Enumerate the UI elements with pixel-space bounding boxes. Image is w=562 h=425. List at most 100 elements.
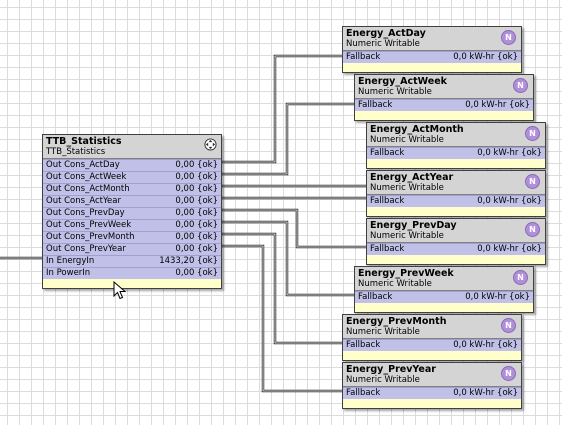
numeric-writable-icon: N	[525, 174, 540, 189]
slot-value: 0,0 kW-hr {ok}	[477, 196, 542, 206]
block-title: Energy_ActMonth	[370, 124, 464, 135]
energy-block-actday[interactable]: Energy_ActDay Numeric Writable N Fallbac…	[342, 26, 522, 73]
block-footer	[367, 255, 545, 264]
slot-label: Fallback	[370, 244, 405, 254]
slot-value: 0,0 kW-hr {ok}	[477, 148, 542, 158]
block-footer	[367, 207, 545, 216]
slot-value: 0,00 {ok}	[175, 208, 218, 218]
slot-label: Out Cons_PrevYear	[46, 244, 126, 254]
block-footer	[343, 351, 521, 360]
block-type: Numeric Writable	[370, 231, 444, 241]
slot-value: 0,00 {ok}	[175, 232, 218, 242]
numeric-writable-icon: N	[501, 318, 516, 333]
block-footer	[343, 399, 521, 408]
block-title: Energy_PrevYear	[346, 364, 436, 375]
slot-row[interactable]: Out Cons_PrevMonth 0,00 {ok}	[43, 231, 221, 243]
move-icon[interactable]	[204, 138, 217, 151]
block-header: Energy_PrevYear Numeric Writable N	[343, 363, 521, 387]
slot-row[interactable]: Out Cons_ActDay 0,00 {ok}	[43, 159, 221, 171]
numeric-writable-icon: N	[501, 30, 516, 45]
block-header: Energy_ActWeek Numeric Writable N	[355, 75, 533, 99]
block-footer	[367, 159, 545, 168]
slot-value: 0,0 kW-hr {ok}	[465, 292, 530, 302]
ttb-statistics-block[interactable]: TTB_Statistics TTB_Statistics Out Cons_A…	[42, 134, 222, 289]
fallback-slot[interactable]: Fallback 0,0 kW-hr {ok}	[367, 243, 545, 255]
wire-actday	[221, 54, 343, 164]
slot-value: 0,0 kW-hr {ok}	[465, 100, 530, 110]
wire-actweek	[221, 102, 355, 176]
block-title: Energy_ActWeek	[358, 76, 447, 87]
energy-block-prevweek[interactable]: Energy_PrevWeek Numeric Writable N Fallb…	[354, 266, 534, 313]
slot-row[interactable]: Out Cons_PrevYear 0,00 {ok}	[43, 243, 221, 255]
block-header: Energy_PrevMonth Numeric Writable N	[343, 315, 521, 339]
slot-value: 1433,20 {ok}	[159, 256, 218, 266]
block-header: Energy_ActMonth Numeric Writable N	[367, 123, 545, 147]
block-type: Numeric Writable	[370, 135, 444, 145]
slot-label: Fallback	[346, 340, 381, 350]
fallback-slot[interactable]: Fallback 0,0 kW-hr {ok}	[355, 99, 533, 111]
block-type: Numeric Writable	[358, 87, 432, 97]
slot-label: Fallback	[346, 52, 381, 62]
slot-label: Fallback	[358, 100, 393, 110]
block-title: Energy_ActYear	[370, 172, 454, 183]
block-header: TTB_Statistics TTB_Statistics	[43, 135, 221, 159]
slot-row[interactable]: Out Cons_PrevDay 0,00 {ok}	[43, 207, 221, 219]
energy-block-actmonth[interactable]: Energy_ActMonth Numeric Writable N Fallb…	[366, 122, 546, 169]
block-header: Energy_PrevWeek Numeric Writable N	[355, 267, 533, 291]
slot-value: 0,00 {ok}	[175, 244, 218, 254]
block-type: Numeric Writable	[346, 375, 420, 385]
slot-value: 0,00 {ok}	[175, 220, 218, 230]
slot-row[interactable]: Out Cons_PrevWeek 0,00 {ok}	[43, 219, 221, 231]
fallback-slot[interactable]: Fallback 0,0 kW-hr {ok}	[343, 339, 521, 351]
fallback-slot[interactable]: Fallback 0,0 kW-hr {ok}	[343, 51, 521, 63]
energy-block-prevday[interactable]: Energy_PrevDay Numeric Writable N Fallba…	[366, 218, 546, 265]
numeric-writable-icon: N	[525, 222, 540, 237]
block-footer	[355, 111, 533, 120]
energy-block-actyear[interactable]: Energy_ActYear Numeric Writable N Fallba…	[366, 170, 546, 217]
numeric-writable-icon: N	[513, 78, 528, 93]
block-header: Energy_ActYear Numeric Writable N	[367, 171, 545, 195]
slot-label: Out Cons_ActMonth	[46, 184, 130, 194]
fallback-slot[interactable]: Fallback 0,0 kW-hr {ok}	[355, 291, 533, 303]
block-type: TTB_Statistics	[46, 147, 106, 157]
slot-row[interactable]: Out Cons_ActWeek 0,00 {ok}	[43, 171, 221, 183]
wire-prevmonth	[221, 232, 343, 345]
slot-label: In PowerIn	[46, 268, 91, 278]
numeric-writable-icon: N	[501, 366, 516, 381]
fallback-slot[interactable]: Fallback 0,0 kW-hr {ok}	[343, 387, 521, 399]
slot-label: Out Cons_PrevMonth	[46, 232, 135, 242]
slot-row[interactable]: Out Cons_ActMonth 0,00 {ok}	[43, 183, 221, 195]
wire-prevyear	[221, 244, 343, 393]
slot-row[interactable]: In PowerIn 0,00 {ok}	[43, 267, 221, 279]
block-type: Numeric Writable	[346, 327, 420, 337]
fallback-slot[interactable]: Fallback 0,0 kW-hr {ok}	[367, 195, 545, 207]
slot-value: 0,0 kW-hr {ok}	[477, 244, 542, 254]
block-title: TTB_Statistics	[46, 136, 122, 147]
slot-label: Out Cons_ActWeek	[46, 172, 127, 182]
block-title: Energy_PrevDay	[370, 220, 457, 231]
block-type: Numeric Writable	[346, 39, 420, 49]
slot-label: In EnergyIn	[46, 256, 95, 266]
slot-value: 0,00 {ok}	[175, 196, 218, 206]
slot-value: 0,00 {ok}	[175, 184, 218, 194]
block-title: Energy_ActDay	[346, 28, 426, 39]
slot-row[interactable]: In EnergyIn 1433,20 {ok}	[43, 255, 221, 267]
block-footer	[43, 279, 221, 288]
energy-block-prevmonth[interactable]: Energy_PrevMonth Numeric Writable N Fall…	[342, 314, 522, 361]
slot-value: 0,00 {ok}	[175, 160, 218, 170]
slot-row[interactable]: Out Cons_ActYear 0,00 {ok}	[43, 195, 221, 207]
slot-label: Out Cons_ActDay	[46, 160, 120, 170]
fallback-slot[interactable]: Fallback 0,0 kW-hr {ok}	[367, 147, 545, 159]
slot-value: 0,0 kW-hr {ok}	[453, 340, 518, 350]
block-title: Energy_PrevWeek	[358, 268, 454, 279]
slot-label: Out Cons_PrevWeek	[46, 220, 132, 230]
slot-label: Out Cons_PrevDay	[46, 208, 125, 218]
slot-label: Fallback	[346, 388, 381, 398]
slot-label: Out Cons_ActYear	[46, 196, 121, 206]
block-type: Numeric Writable	[370, 183, 444, 193]
block-footer	[343, 63, 521, 72]
slot-value: 0,0 kW-hr {ok}	[453, 388, 518, 398]
energy-block-prevyear[interactable]: Energy_PrevYear Numeric Writable N Fallb…	[342, 362, 522, 409]
wire-prevday	[221, 208, 367, 249]
energy-block-actweek[interactable]: Energy_ActWeek Numeric Writable N Fallba…	[354, 74, 534, 121]
